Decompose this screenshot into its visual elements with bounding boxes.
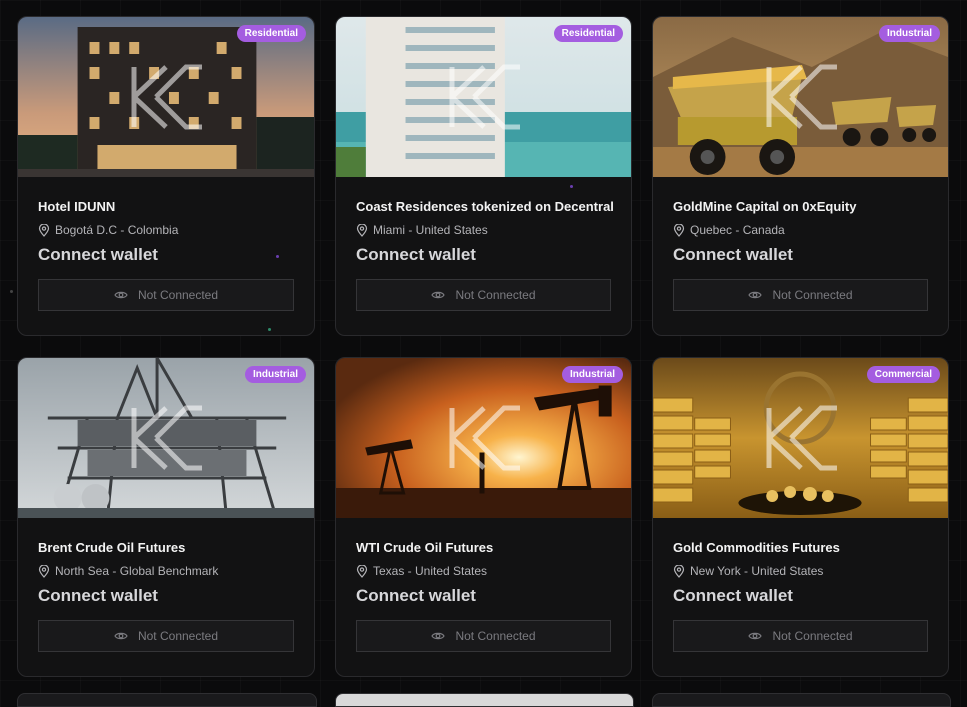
property-card[interactable]: Industrial GoldMine Capital on 0xEquity … xyxy=(652,16,949,336)
decorative-dot xyxy=(276,255,279,258)
connect-wallet-text[interactable]: Connect wallet xyxy=(356,245,611,265)
connect-wallet-text[interactable]: Connect wallet xyxy=(673,586,928,606)
ikz-logo-watermark xyxy=(766,405,837,471)
ikz-logo-watermark xyxy=(766,64,837,130)
ikz-logo-watermark xyxy=(131,64,202,130)
connect-wallet-text[interactable]: Connect wallet xyxy=(356,586,611,606)
property-location: Miami - United States xyxy=(356,223,611,237)
beach-tower-image: Residential xyxy=(336,17,631,177)
property-title: Coast Residences tokenized on Decentral xyxy=(356,199,614,214)
property-title: Brent Crude Oil Futures xyxy=(38,540,186,555)
category-badge: Industrial xyxy=(244,366,306,383)
connect-wallet-text[interactable]: Connect wallet xyxy=(38,245,294,265)
property-card[interactable]: Residential Coast Residences tokenized o… xyxy=(335,16,632,336)
eye-icon xyxy=(114,632,128,640)
category-badge: Industrial xyxy=(561,366,623,383)
property-location: North Sea - Global Benchmark xyxy=(38,564,294,578)
status-label: Not Connected xyxy=(772,629,853,643)
property-title: Gold Commodities Futures xyxy=(673,540,840,555)
property-grid: Residential Hotel IDUNN Bogotá D.C - Col… xyxy=(17,16,949,677)
property-location: Quebec - Canada xyxy=(673,223,928,237)
eye-icon xyxy=(114,291,128,299)
category-badge: Commercial xyxy=(866,366,940,383)
map-pin-icon xyxy=(356,223,368,237)
eye-icon xyxy=(748,632,763,640)
next-row-card-edge xyxy=(335,693,634,707)
gold-vault-image: Commercial xyxy=(653,358,948,518)
property-location: Bogotá D.C - Colombia xyxy=(38,223,294,237)
oil-pumpjack-image: Industrial xyxy=(336,358,631,518)
property-card[interactable]: Residential Hotel IDUNN Bogotá D.C - Col… xyxy=(17,16,315,336)
decorative-dot xyxy=(268,328,271,331)
eye-icon xyxy=(748,291,763,299)
category-badge: Industrial xyxy=(878,25,940,42)
property-title: GoldMine Capital on 0xEquity xyxy=(673,199,857,214)
connection-status-button[interactable]: Not Connected xyxy=(38,620,294,652)
property-title: Hotel IDUNN xyxy=(38,199,116,214)
category-badge: Residential xyxy=(553,25,623,42)
property-title: WTI Crude Oil Futures xyxy=(356,540,494,555)
oil-platform-image: Industrial xyxy=(18,358,314,518)
ikz-logo-watermark xyxy=(449,64,520,130)
eye-icon xyxy=(431,632,446,640)
connect-wallet-text[interactable]: Connect wallet xyxy=(673,245,928,265)
property-card[interactable]: Industrial WTI Crude Oil Futures Texas -… xyxy=(335,357,632,677)
decorative-dot xyxy=(10,290,13,293)
eye-icon xyxy=(431,291,446,299)
status-label: Not Connected xyxy=(455,629,536,643)
connection-status-button[interactable]: Not Connected xyxy=(356,279,611,311)
ikz-logo-watermark xyxy=(449,405,520,471)
property-location: New York - United States xyxy=(673,564,928,578)
connection-status-button[interactable]: Not Connected xyxy=(673,279,928,311)
map-pin-icon xyxy=(38,223,50,237)
status-label: Not Connected xyxy=(137,288,219,302)
status-label: Not Connected xyxy=(772,288,853,302)
location-text: Bogotá D.C - Colombia xyxy=(55,223,179,237)
ikz-logo-watermark xyxy=(131,405,202,471)
decorative-dot xyxy=(570,185,573,188)
connection-status-button[interactable]: Not Connected xyxy=(356,620,611,652)
map-pin-icon xyxy=(356,564,368,578)
connection-status-button[interactable]: Not Connected xyxy=(673,620,928,652)
connect-wallet-text[interactable]: Connect wallet xyxy=(38,586,294,606)
mining-trucks-image: Industrial xyxy=(653,17,948,177)
property-card[interactable]: Industrial Brent Crude Oil Futures North… xyxy=(17,357,315,677)
next-row-card-edge xyxy=(652,693,951,707)
status-label: Not Connected xyxy=(137,629,219,643)
location-text: New York - United States xyxy=(690,564,824,578)
location-text: North Sea - Global Benchmark xyxy=(55,564,219,578)
map-pin-icon xyxy=(673,564,685,578)
location-text: Texas - United States xyxy=(373,564,488,578)
property-card[interactable]: Commercial Gold Commodities Futures New … xyxy=(652,357,949,677)
map-pin-icon xyxy=(38,564,50,578)
category-badge: Residential xyxy=(236,25,306,42)
hotel-building-image: Residential xyxy=(18,17,314,177)
map-pin-icon xyxy=(673,223,685,237)
status-label: Not Connected xyxy=(455,288,536,302)
location-text: Miami - United States xyxy=(373,223,488,237)
connection-status-button[interactable]: Not Connected xyxy=(38,279,294,311)
property-location: Texas - United States xyxy=(356,564,611,578)
next-row-card-edge xyxy=(17,693,317,707)
location-text: Quebec - Canada xyxy=(690,223,785,237)
